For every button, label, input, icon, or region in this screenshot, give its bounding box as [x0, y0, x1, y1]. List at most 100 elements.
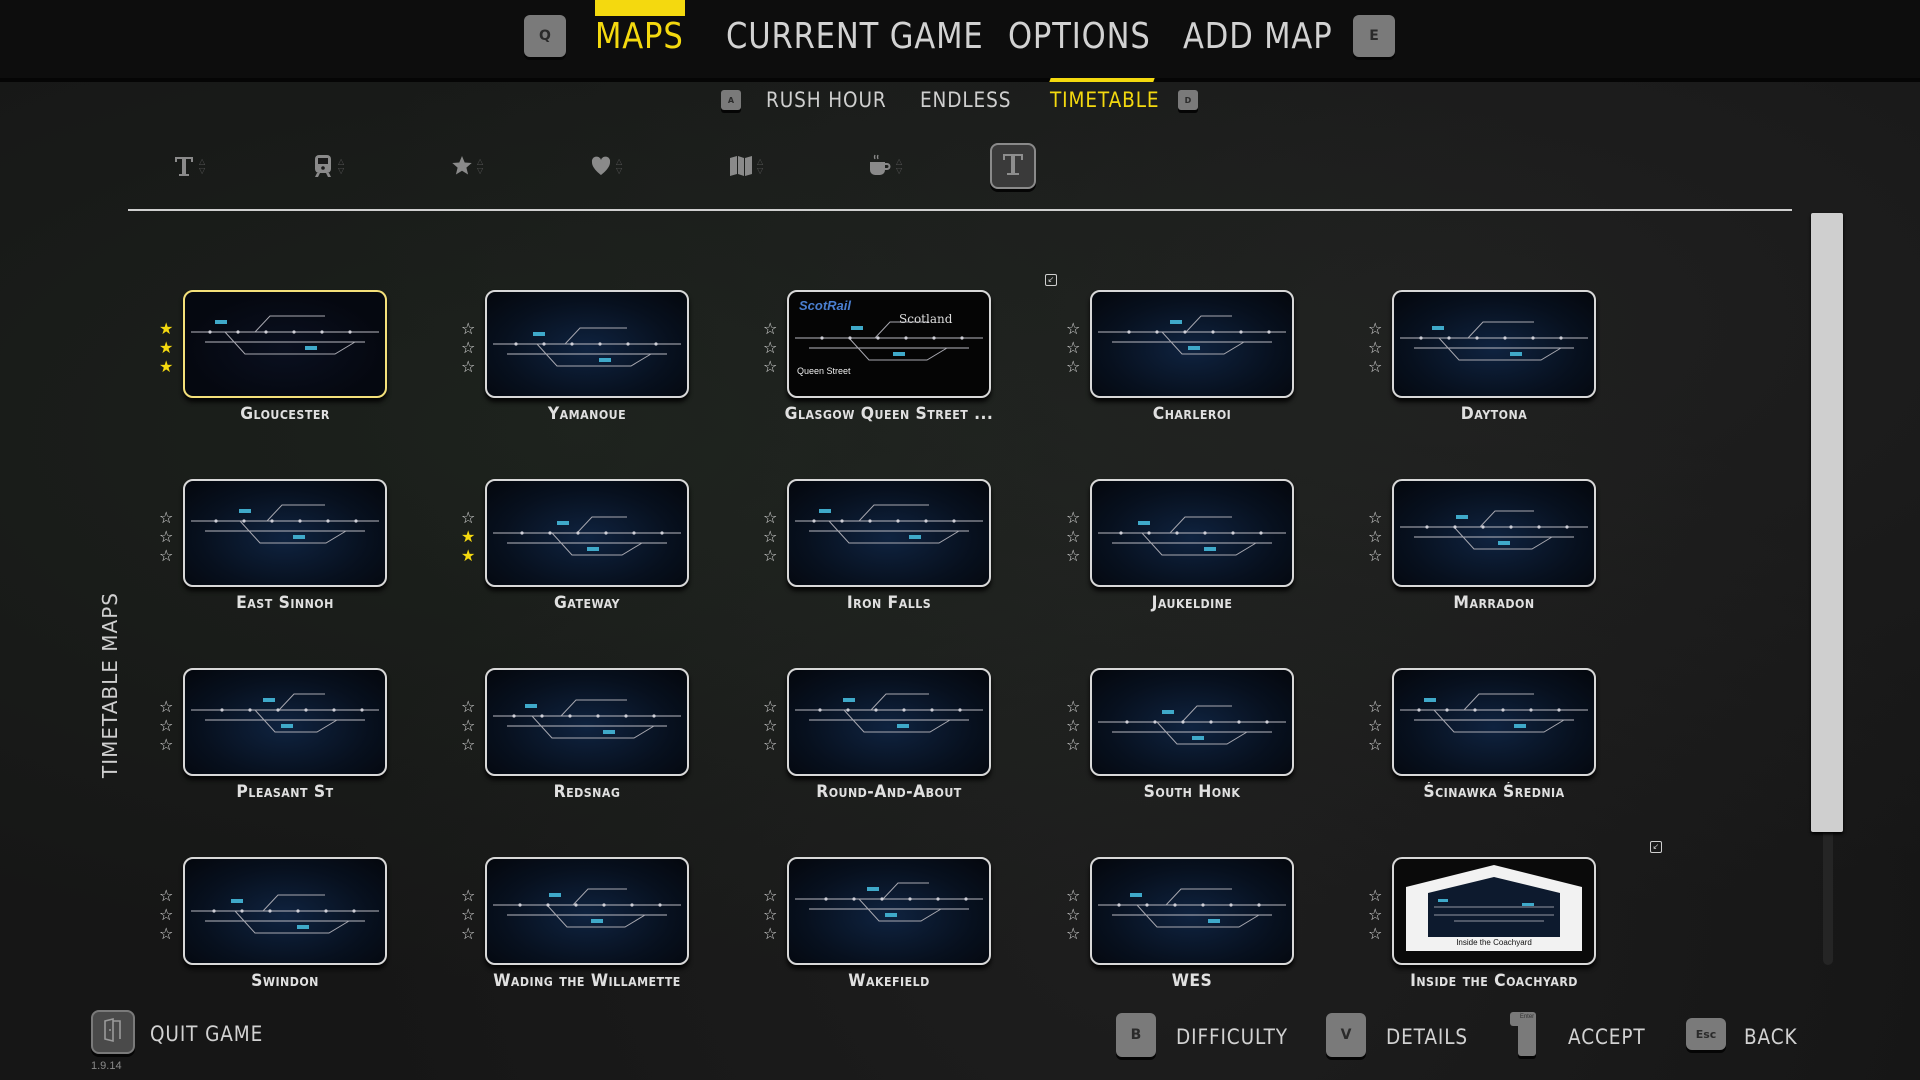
tab-current-game[interactable]: CURRENT GAME — [726, 16, 984, 57]
map-thumbnail[interactable] — [183, 668, 387, 776]
details-key[interactable]: V — [1326, 1013, 1366, 1057]
map-card[interactable]: ☆ ☆ ☆ Iron Falls — [763, 479, 1027, 629]
details-label[interactable]: DETAILS — [1386, 1025, 1468, 1049]
tab-maps[interactable]: MAPS — [595, 16, 684, 57]
star-empty-icon: ☆ — [1066, 340, 1081, 357]
map-card[interactable]: ★ ★ ★ Gloucester — [159, 290, 423, 440]
map-name: Pleasant St — [236, 782, 334, 802]
star-empty-icon: ☆ — [1368, 699, 1383, 716]
accept-label[interactable]: ACCEPT — [1568, 1025, 1646, 1049]
filter-trains[interactable]: △ ▽ — [312, 150, 344, 182]
sort-arrows-icon: △ ▽ — [896, 157, 903, 175]
map-thumbnail[interactable]: Inside the Coachyard — [1392, 857, 1596, 965]
map-thumbnail[interactable] — [787, 857, 991, 965]
map-card[interactable]: ☆ ☆ ☆ Pleasant St — [159, 668, 423, 818]
map-card[interactable]: ☆ ☆ ☆ South Honk — [1066, 668, 1330, 818]
next-tab-key[interactable]: E — [1353, 15, 1395, 57]
map-thumbnail[interactable] — [485, 479, 689, 587]
map-name: Inside the Coachyard — [1410, 971, 1578, 991]
map-thumbnail[interactable] — [183, 479, 387, 587]
map-name: Glasgow Queen Street ... — [784, 404, 994, 424]
star-filled-icon: ★ — [159, 359, 174, 376]
filter-name[interactable]: △ ▽ — [173, 150, 205, 182]
map-name: Jaukeldine — [1151, 593, 1233, 613]
map-thumbnail[interactable] — [1090, 479, 1294, 587]
map-card[interactable]: ☆ ☆ ☆ Ścinawka Średnia — [1368, 668, 1632, 818]
filter-casual[interactable]: △ ▽ — [868, 150, 902, 182]
map-card[interactable]: ☆ ★ ★ Gateway — [461, 479, 725, 629]
star-empty-icon: ☆ — [159, 529, 174, 546]
prev-subtab-key[interactable]: A — [721, 90, 741, 110]
tab-add-map[interactable]: ADD MAP — [1183, 16, 1333, 57]
subtab-timetable[interactable]: TIMETABLE — [1050, 88, 1159, 112]
text-icon — [1000, 151, 1026, 182]
quit-game-label[interactable]: QUIT GAME — [150, 1022, 263, 1046]
star-empty-icon: ☆ — [763, 529, 778, 546]
star-empty-icon: ☆ — [159, 737, 174, 754]
map-thumbnail[interactable] — [787, 668, 991, 776]
map-card[interactable]: ☆ ☆ ☆ East Sinnoh — [159, 479, 423, 629]
difficulty-label[interactable]: DIFFICULTY — [1176, 1025, 1288, 1049]
filter-stars[interactable]: △ ▽ — [451, 150, 483, 182]
map-card[interactable]: ☆ ☆ ☆ Charleroi — [1066, 290, 1330, 440]
map-card[interactable]: ☆ ☆ ☆ Round-And-About — [763, 668, 1027, 818]
map-card[interactable]: ☆ ☆ ☆ Jaukeldine — [1066, 479, 1330, 629]
map-thumbnail[interactable] — [1392, 479, 1596, 587]
section-label: TIMETABLE MAPS — [98, 592, 122, 778]
text-sort-icon — [173, 154, 195, 178]
scrollbar-track[interactable] — [1823, 820, 1833, 965]
next-subtab-key[interactable]: D — [1178, 90, 1198, 110]
subtab-rush-hour[interactable]: RUSH HOUR — [766, 88, 887, 112]
map-card[interactable]: ☆ ☆ ☆ WES — [1066, 857, 1330, 1007]
star-rating: ☆ ☆ ☆ — [461, 322, 475, 376]
star-icon — [451, 154, 473, 178]
map-name: Gateway — [554, 593, 620, 613]
prev-tab-key[interactable]: Q — [524, 15, 566, 57]
map-card[interactable]: ☆ ☆ ☆ Yamanoue — [461, 290, 725, 440]
quit-game-button[interactable] — [91, 1010, 135, 1054]
filter-favourites[interactable]: △ ▽ — [590, 150, 622, 182]
back-key-esc[interactable]: Esc — [1686, 1018, 1726, 1050]
thumbnail-brand: ScotRail — [799, 298, 852, 313]
map-card[interactable]: ☆ ☆ ☆ Redsnag — [461, 668, 725, 818]
star-empty-icon: ☆ — [1066, 926, 1081, 943]
back-label[interactable]: BACK — [1744, 1025, 1798, 1049]
active-tab-indicator — [595, 0, 685, 16]
map-card[interactable]: ☆ ☆ ☆ ScotRail Scotland Queen Street ↙ Glasgow … — [763, 274, 1057, 440]
map-thumbnail[interactable] — [1090, 857, 1294, 965]
map-card[interactable]: ☆ ☆ ☆ Daytona — [1368, 290, 1632, 440]
map-thumbnail[interactable] — [485, 857, 689, 965]
map-thumbnail[interactable]: ScotRail Scotland Queen Street — [787, 290, 991, 398]
scrollbar-thumb[interactable] — [1811, 213, 1843, 832]
map-card[interactable]: ☆ ☆ ☆ Wakefield — [763, 857, 1027, 1007]
map-name: WES — [1171, 971, 1213, 991]
filter-timetable-selected[interactable] — [990, 143, 1036, 189]
map-card[interactable]: ☆ ☆ ☆ Swindon — [159, 857, 423, 1007]
star-empty-icon: ☆ — [1066, 529, 1081, 546]
map-thumbnail[interactable] — [1090, 668, 1294, 776]
map-thumbnail[interactable] — [485, 668, 689, 776]
map-thumbnail[interactable] — [183, 857, 387, 965]
star-rating: ☆ ☆ ☆ — [1066, 889, 1080, 943]
thumbnail-station: Queen Street — [797, 366, 851, 376]
map-card[interactable]: ☆ ☆ ☆ Marradon — [1368, 479, 1632, 629]
map-thumbnail[interactable] — [485, 290, 689, 398]
star-empty-icon: ☆ — [763, 718, 778, 735]
map-thumbnail[interactable] — [787, 479, 991, 587]
star-rating: ☆ ☆ ☆ — [1368, 889, 1382, 943]
star-rating: ★ ★ ★ — [159, 322, 173, 376]
map-card[interactable]: ☆ ☆ ☆ Inside the Coachyard ↙ Inside the Coach… — [1368, 841, 1662, 1007]
map-thumbnail[interactable] — [183, 290, 387, 398]
tab-options[interactable]: OPTIONS — [1008, 16, 1151, 57]
map-icon — [729, 154, 753, 178]
map-thumbnail[interactable] — [1392, 290, 1596, 398]
accept-key-enter[interactable]: Enter — [1510, 1012, 1536, 1056]
difficulty-key[interactable]: B — [1116, 1013, 1156, 1057]
map-card[interactable]: ☆ ☆ ☆ Wading the Willamette — [461, 857, 725, 1007]
star-rating: ☆ ☆ ☆ — [1368, 511, 1382, 565]
filter-map[interactable]: △ ▽ — [729, 150, 763, 182]
subtab-endless[interactable]: ENDLESS — [920, 88, 1011, 112]
star-empty-icon: ☆ — [461, 359, 476, 376]
map-thumbnail[interactable] — [1090, 290, 1294, 398]
map-thumbnail[interactable] — [1392, 668, 1596, 776]
